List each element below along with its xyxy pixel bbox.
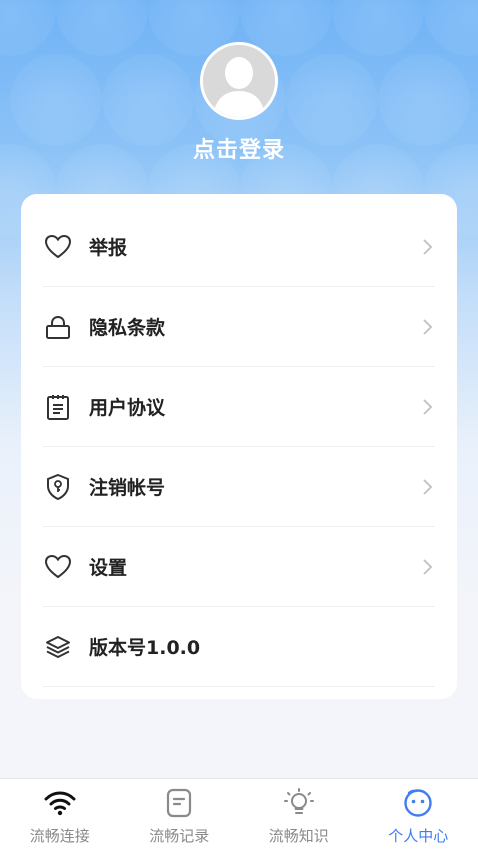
heart-icon [43, 232, 73, 262]
tab-knowledge[interactable]: 流畅知识 [239, 779, 359, 850]
layers-icon [43, 632, 73, 662]
menu-item-report[interactable]: 举报 [43, 207, 435, 287]
clipboard-icon [43, 392, 73, 422]
avatar-person-icon [203, 45, 275, 117]
tab-connect[interactable]: 流畅连接 [0, 779, 120, 850]
lock-icon [43, 312, 73, 342]
wifi-icon [44, 787, 76, 819]
bottom-tab-bar: 流畅连接 流畅记录 流畅知识 个人中心 [0, 778, 478, 850]
note-icon [163, 787, 195, 819]
avatar[interactable] [200, 42, 278, 120]
heart-icon [43, 552, 73, 582]
menu-item-version: 版本号1.0.0 [43, 607, 435, 687]
menu-item-user-agreement[interactable]: 用户协议 [43, 367, 435, 447]
menu-item-settings[interactable]: 设置 [43, 527, 435, 607]
menu-item-label: 隐私条款 [89, 317, 166, 339]
menu-item-label: 注销帐号 [89, 477, 166, 499]
chevron-right-icon [423, 238, 433, 255]
chevron-right-icon [423, 558, 433, 575]
menu-item-label: 用户协议 [89, 397, 166, 419]
bulb-icon [283, 787, 315, 819]
menu-item-label: 设置 [89, 557, 128, 579]
tab-label: 流畅记录 [149, 827, 210, 845]
tab-label: 流畅连接 [29, 827, 90, 845]
chevron-right-icon [423, 478, 433, 495]
chevron-right-icon [423, 318, 433, 335]
tab-profile[interactable]: 个人中心 [359, 779, 478, 850]
shield-key-icon [43, 472, 73, 502]
menu-item-privacy[interactable]: 隐私条款 [43, 287, 435, 367]
menu-item-delete-account[interactable]: 注销帐号 [43, 447, 435, 527]
version-label: 版本号1.0.0 [89, 637, 201, 659]
smile-face-icon [402, 787, 434, 819]
menu-card: 举报 隐私条款 用户协议 注销帐号 设置 版本号1.0.0 [21, 194, 457, 699]
menu-item-label: 举报 [89, 237, 128, 259]
tab-label: 个人中心 [388, 827, 449, 845]
tab-records[interactable]: 流畅记录 [120, 779, 240, 850]
tab-label: 流畅知识 [268, 827, 329, 845]
login-button[interactable]: 点击登录 [0, 132, 478, 164]
chevron-right-icon [423, 398, 433, 415]
